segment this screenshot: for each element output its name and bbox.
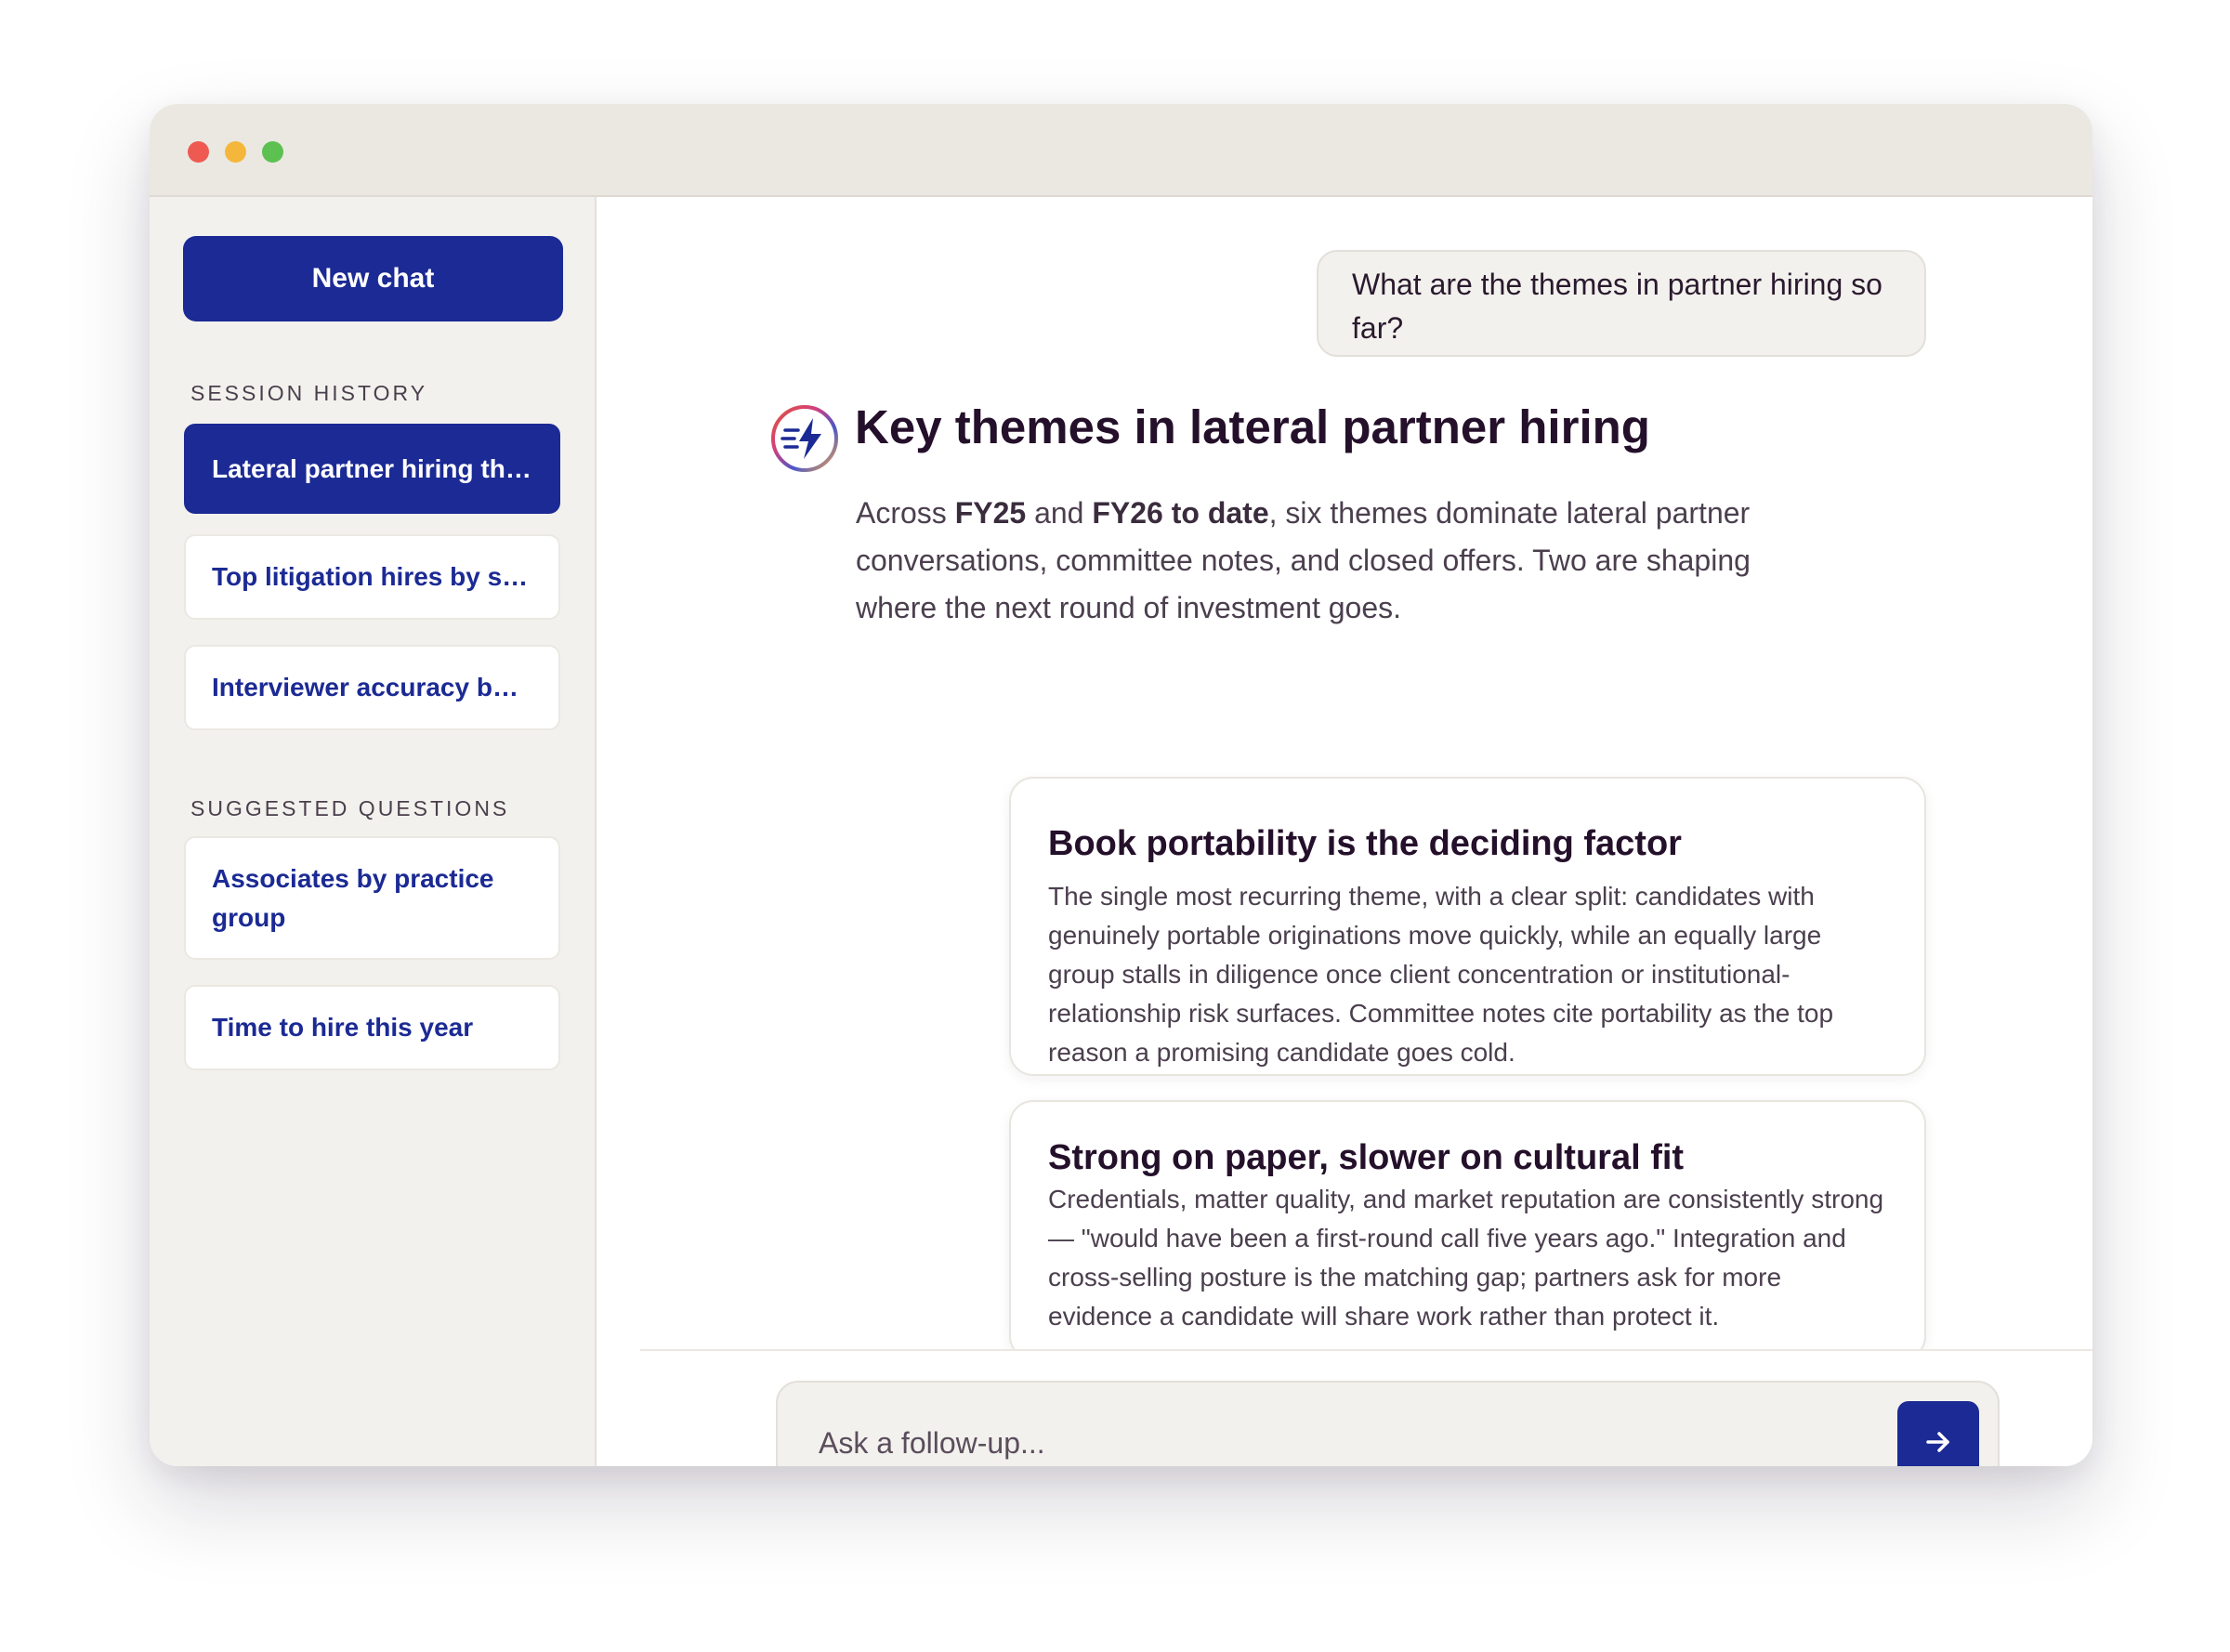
theme-card: Strong on paper, slower on cultural fit … [1009,1100,1926,1349]
history-item-label: Lateral partner hiring themes [212,453,532,483]
suggested-item-label: Associates by practice group [212,863,494,932]
lead-emphasis-fy25: FY25 [954,496,1027,530]
theme-card-body: The single most recurring theme, with a … [1048,882,1834,1067]
zoom-window-button[interactable] [262,141,283,163]
follow-up-input[interactable] [819,1416,1841,1466]
chat-panel: What are the themes in partner hiring so… [597,197,2092,1466]
arrow-right-icon [1926,1432,1949,1452]
suggested-item-associates-by-practice-group[interactable]: Associates by practice group [184,836,560,960]
suggested-item-label: Time to hire this year [212,1013,474,1042]
bolt-list-icon [771,405,838,472]
lead-text: and [1026,496,1093,530]
send-button[interactable] [1897,1401,1979,1466]
user-message-bubble: What are the themes in partner hiring so… [1317,250,1926,357]
minimize-window-button[interactable] [225,141,246,163]
theme-card-body: Credentials, matter quality, and market … [1048,1185,1884,1331]
history-item-label: Top litigation hires by source [212,562,532,591]
answer-title: Key themes in lateral partner hiring [855,400,1650,453]
theme-card-title: Book portability is the deciding factor [1048,824,1682,863]
suggested-item-time-to-hire[interactable]: Time to hire this year [184,985,560,1070]
new-chat-button[interactable]: New chat [183,236,563,321]
history-item-lateral-partner-hiring[interactable]: Lateral partner hiring themes [184,424,560,514]
history-item-interviewer-accuracy[interactable]: Interviewer accuracy by stage [184,645,560,730]
conversation-scroll-area[interactable]: What are the themes in partner hiring so… [597,197,2092,1349]
history-item-top-litigation-hires[interactable]: Top litigation hires by source [184,534,560,620]
suggested-questions-label: SUGGESTED QUESTIONS [190,796,510,820]
lead-emphasis-fy26: FY26 to date [1092,496,1269,530]
composer [776,1381,2000,1466]
app-window: New chat SESSION HISTORY Lateral partner… [150,104,2092,1466]
answer-lead: Across FY25 and FY26 to date, six themes… [856,490,1831,632]
history-item-label: Interviewer accuracy by stage [212,673,532,701]
close-window-button[interactable] [188,141,209,163]
composer-divider [640,1349,2092,1351]
session-history-label: SESSION HISTORY [190,381,428,405]
theme-card-title: Strong on paper, slower on cultural fit [1048,1138,1685,1177]
sidebar: New chat SESSION HISTORY Lateral partner… [150,197,597,1466]
theme-card: Book portability is the deciding factor … [1009,777,1926,1076]
lead-text: Across [856,496,955,530]
title-bar [150,104,2092,197]
